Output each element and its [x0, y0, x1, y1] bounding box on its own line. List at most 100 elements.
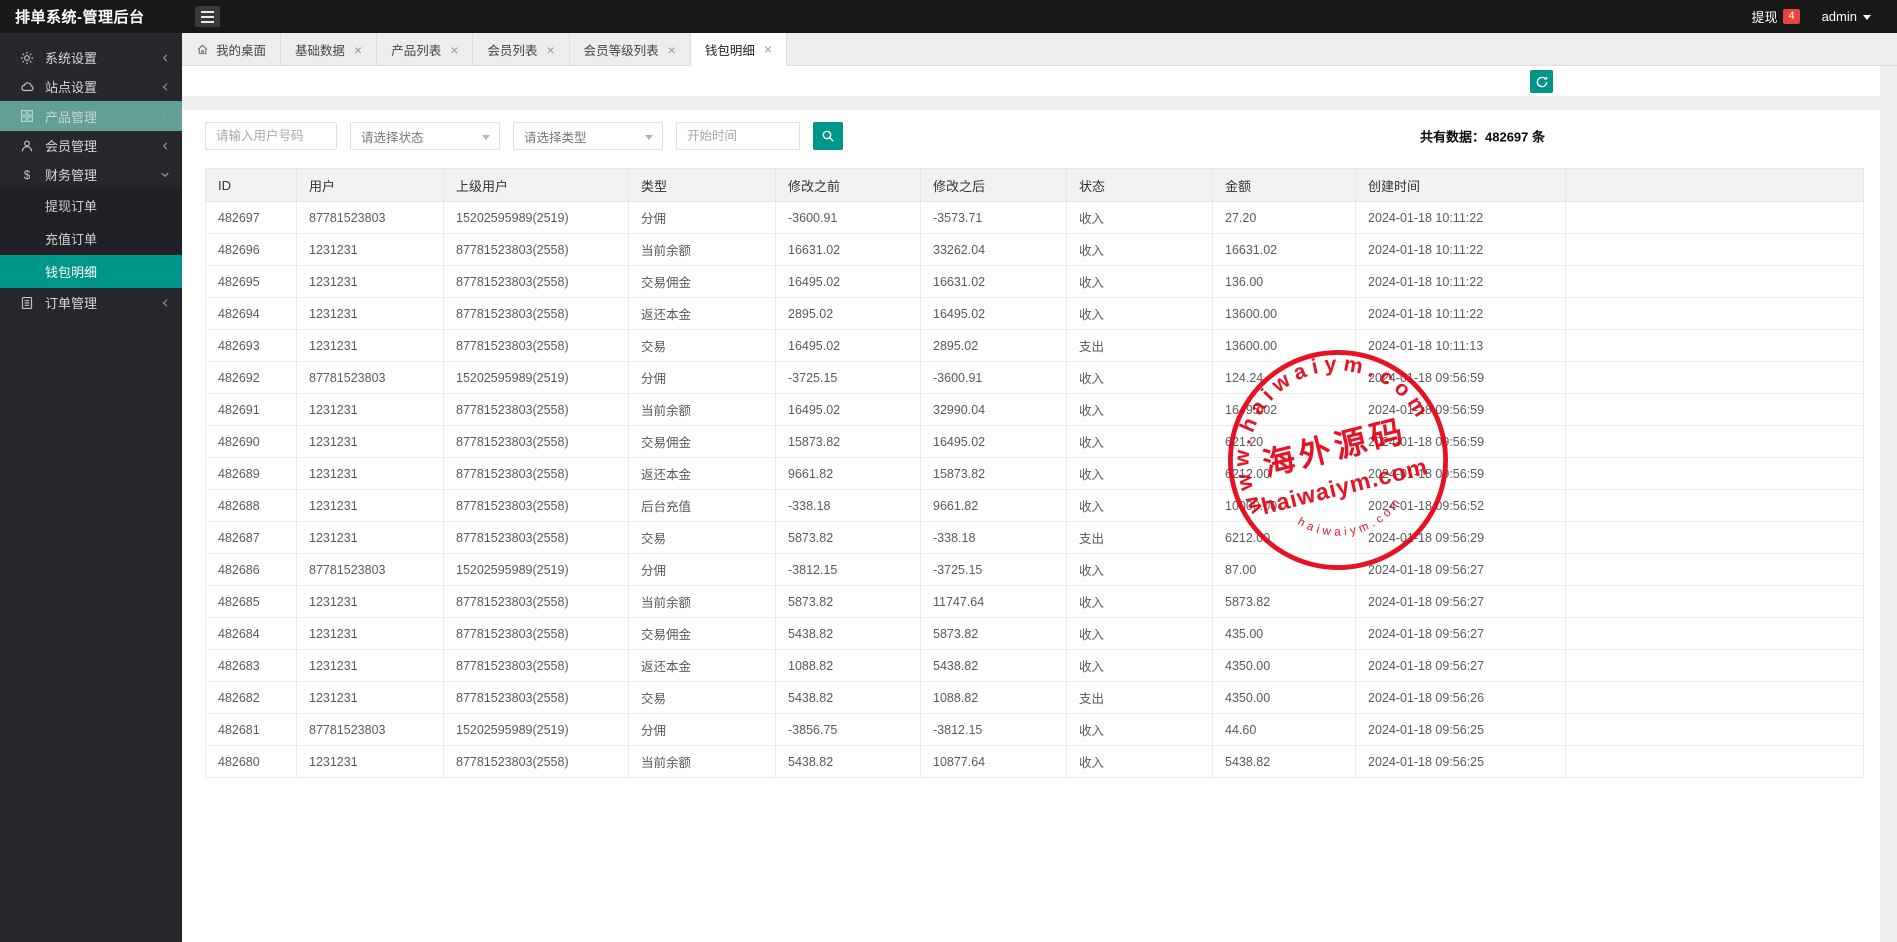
cell: 16495.02: [776, 330, 921, 362]
sidebar-item-site-settings[interactable]: 站点设置: [0, 72, 182, 101]
cell: 482693: [206, 330, 297, 362]
column-header: 上级用户: [444, 169, 629, 202]
cell: 收入: [1067, 426, 1213, 458]
cell: 482695: [206, 266, 297, 298]
cell: 482683: [206, 650, 297, 682]
user-menu[interactable]: admin: [1822, 9, 1871, 24]
sidebar-subitem-recharge-orders[interactable]: 充值订单: [0, 222, 182, 255]
cell: 5873.82: [776, 522, 921, 554]
cell: 1231231: [297, 586, 444, 618]
cell: -3812.15: [921, 714, 1067, 746]
cell: 27.20: [1213, 202, 1356, 234]
cell: 87781523803(2558): [444, 266, 629, 298]
cell: 87.00: [1213, 554, 1356, 586]
tab-close-icon[interactable]: ×: [354, 43, 362, 57]
sidebar-item-label: 订单管理: [45, 293, 97, 312]
cell: 2024-01-18 10:11:13: [1356, 330, 1566, 362]
cell: 10000.00: [1213, 490, 1356, 522]
tab-product-list[interactable]: 产品列表×: [377, 33, 473, 66]
cell: 16495.02: [776, 266, 921, 298]
type-select[interactable]: 请选择类型: [513, 122, 663, 150]
tab-label: 会员列表: [487, 40, 537, 59]
cell: 1231231: [297, 490, 444, 522]
cell: 2024-01-18 09:56:27: [1356, 554, 1566, 586]
tab-close-icon[interactable]: ×: [546, 43, 554, 57]
menu-toggle-button[interactable]: [195, 6, 220, 27]
top-bar: 排单系统-管理后台 提现 4 admin: [0, 0, 1897, 33]
content-panel: 请选择状态 请选择类型 共有数据：482697 条 ID用户上级用户类型修改之前…: [182, 110, 1880, 942]
cell-empty: [1566, 682, 1864, 714]
cell: 收入: [1067, 746, 1213, 778]
tab-wallet-detail[interactable]: 钱包明细 ×: [691, 33, 787, 66]
topbar-right: 提现 4 admin: [1751, 7, 1897, 26]
cell: 16631.02: [776, 234, 921, 266]
table-row: 482694123123187781523803(2558)返还本金2895.0…: [206, 298, 1864, 330]
cell: 482697: [206, 202, 297, 234]
tab-base-data[interactable]: 基础数据×: [281, 33, 377, 66]
cell: 87781523803(2558): [444, 522, 629, 554]
column-header: ID: [206, 169, 297, 202]
cell: 10877.64: [921, 746, 1067, 778]
cell: 1088.82: [776, 650, 921, 682]
tab-close-icon[interactable]: ×: [450, 43, 458, 57]
main-area: 我的桌面基础数据×产品列表×会员列表×会员等级列表×钱包明细× 请选择状态 请选…: [182, 33, 1897, 942]
cell: 2024-01-18 09:56:25: [1356, 746, 1566, 778]
cell: 交易佣金: [629, 426, 776, 458]
sidebar-item-finance-manage[interactable]: $ 财务管理: [0, 160, 182, 189]
cell: 15202595989(2519): [444, 362, 629, 394]
cell: 交易佣金: [629, 266, 776, 298]
cell: 交易: [629, 330, 776, 362]
cell: 87781523803(2558): [444, 746, 629, 778]
refresh-button[interactable]: [1530, 70, 1553, 93]
start-time-input[interactable]: [676, 122, 800, 150]
cloud-icon: [19, 79, 35, 95]
type-select-value: 请选择类型: [524, 127, 587, 146]
cell: 482684: [206, 618, 297, 650]
table-row: 4826978778152380315202595989(2519)分佣-360…: [206, 202, 1864, 234]
tab-member-level-list[interactable]: 会员等级列表×: [570, 33, 691, 66]
tab-close-icon[interactable]: ×: [668, 43, 676, 57]
chevron-left-icon: [161, 72, 170, 101]
status-select[interactable]: 请选择状态: [350, 122, 500, 150]
sidebar-item-member-manage[interactable]: 会员管理: [0, 131, 182, 160]
cell-empty: [1566, 426, 1864, 458]
cell: 收入: [1067, 490, 1213, 522]
cell: 返还本金: [629, 458, 776, 490]
dollar-icon: $: [19, 167, 35, 183]
cell: 15202595989(2519): [444, 714, 629, 746]
home-icon: [196, 43, 209, 56]
svg-text:$: $: [24, 168, 31, 182]
cell: 1231231: [297, 394, 444, 426]
sidebar-subitem-wallet-detail[interactable]: 钱包明细: [0, 255, 182, 288]
sidebar-item-label: 系统设置: [45, 48, 97, 67]
sidebar-item-product-manage[interactable]: 产品管理: [0, 101, 182, 131]
cell-empty: [1566, 266, 1864, 298]
table-row: 482691123123187781523803(2558)当前余额16495.…: [206, 394, 1864, 426]
cell: 2895.02: [776, 298, 921, 330]
cell: 2024-01-18 09:56:59: [1356, 426, 1566, 458]
cell: 支出: [1067, 682, 1213, 714]
table-row: 482690123123187781523803(2558)交易佣金15873.…: [206, 426, 1864, 458]
sidebar-item-order-manage[interactable]: 订单管理: [0, 288, 182, 317]
cell: 分佣: [629, 554, 776, 586]
sidebar-item-label: 财务管理: [45, 165, 97, 184]
cell: 87781523803(2558): [444, 682, 629, 714]
user-number-input[interactable]: [205, 122, 337, 150]
cell: 87781523803(2558): [444, 650, 629, 682]
sidebar-item-system-settings[interactable]: 系统设置: [0, 43, 182, 72]
tab-close-icon[interactable]: ×: [764, 42, 772, 56]
tab-member-list[interactable]: 会员列表 ×: [473, 33, 569, 66]
sidebar-subitem-withdraw-orders[interactable]: 提现订单: [0, 189, 182, 222]
cell: 5438.82: [776, 746, 921, 778]
column-header: 类型: [629, 169, 776, 202]
withdraw-link[interactable]: 提现 4: [1751, 7, 1799, 26]
search-button[interactable]: [813, 122, 843, 150]
refresh-icon: [1535, 75, 1549, 89]
cell: 返还本金: [629, 650, 776, 682]
cell: 16631.02: [921, 266, 1067, 298]
tab-label: 钱包明细: [705, 40, 755, 59]
tab-desktop[interactable]: 我的桌面: [182, 33, 281, 66]
table-row: 4826818778152380315202595989(2519)分佣-385…: [206, 714, 1864, 746]
cell: 收入: [1067, 714, 1213, 746]
sidebar-item-label: 会员管理: [45, 136, 97, 155]
